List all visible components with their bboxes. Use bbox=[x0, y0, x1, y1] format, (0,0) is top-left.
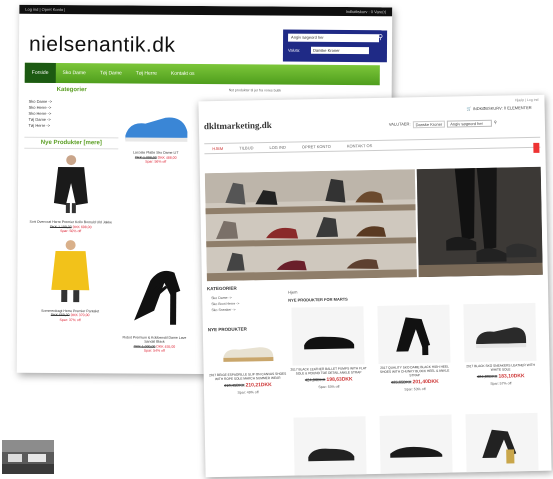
ballet-flat-image bbox=[304, 336, 355, 350]
nav-item-log-ind[interactable]: LOG IND bbox=[261, 143, 294, 153]
pointed-flat-image bbox=[390, 446, 443, 458]
main-content: Hjem NYE PRODUKTER FOR MARTS 2017 BLACK … bbox=[288, 285, 543, 476]
hero-banner[interactable] bbox=[204, 166, 543, 282]
category-link[interactable]: Sko Sneaker -> bbox=[211, 306, 285, 313]
nav-item-forside[interactable]: Forside bbox=[24, 62, 56, 83]
site-logo[interactable]: dkltmarketing.dk bbox=[204, 120, 272, 131]
product-card[interactable] bbox=[462, 412, 541, 473]
sidebar: Kategorier Sko Dame -> Sko Herre -> Sko … bbox=[23, 87, 119, 368]
main-nav: Forside Sko Dame Tøj Dame Tøj Herre Kont… bbox=[24, 62, 380, 86]
product-card[interactable]: Sort Overcoat Herre Premier Kollo Bomuld… bbox=[24, 153, 119, 234]
new-products-heading: Nye Produkter [mere] bbox=[24, 136, 119, 150]
site-logo[interactable]: nielsenantik.dk bbox=[29, 33, 176, 58]
product-old-price: 425,65DKK bbox=[390, 379, 412, 385]
search-panel: Angiv søgeord her ⚲ Valuta: Danske Krone… bbox=[282, 29, 388, 63]
nav-item-toj-dame[interactable]: Tøj Dame bbox=[93, 63, 129, 83]
search-icon[interactable]: ⚲ bbox=[494, 120, 497, 127]
nav-item-toj-herre[interactable]: Tøj Herre bbox=[129, 63, 164, 83]
product-card[interactable]: 2017 BLACK SKO SNEAKERS LEATHER WITH WHI… bbox=[460, 302, 540, 386]
product-price: 198,63DKK bbox=[326, 376, 353, 383]
valuta-label: VALUTAER: bbox=[388, 121, 411, 127]
product-price: DKK 455,00 bbox=[156, 344, 176, 349]
product-name: 2017 BEIGE ESPADRILLE SLIP ON CANVAS SHO… bbox=[209, 371, 287, 382]
product-price: 201,40DKK bbox=[412, 378, 439, 386]
new-products-heading: NYE PRODUKTER bbox=[207, 326, 247, 333]
product-savings: Spar: 56% off bbox=[145, 159, 167, 164]
cart-status[interactable]: Indkøbskurv : 0 Vare(r) bbox=[346, 7, 387, 16]
product-savings: Spar: 54% off bbox=[143, 348, 165, 353]
search-input[interactable]: Angiv søgeord her bbox=[447, 119, 492, 128]
product-card[interactable]: 2017 QUALITY SKO DAME BLACK HIGH HEEL SH… bbox=[374, 304, 454, 392]
top-bar: Log ind | Opret Konto | Indkøbskurv : 0 … bbox=[19, 4, 393, 17]
product-name: 2017 BLACK LEATHER BALLET PUMPS WITH FLA… bbox=[290, 366, 367, 376]
main-nav: HJEM TILBUD LOG IND OPRET KONTO KONTAKT … bbox=[204, 136, 541, 155]
product-card[interactable] bbox=[376, 414, 455, 474]
sneaker-image bbox=[476, 327, 527, 349]
cart-icon: 🛒 bbox=[466, 106, 472, 112]
search-input[interactable]: Angiv søgeord her bbox=[288, 33, 380, 43]
product-card[interactable] bbox=[291, 416, 370, 476]
sidebar: KATEGORIER Sko Dame -> Sko Boot Herre ->… bbox=[207, 285, 287, 395]
product-card[interactable]: 2017 BLACK LEATHER BALLET PUMPS WITH FLA… bbox=[288, 306, 368, 389]
product-price: DKK 370,00 bbox=[70, 313, 90, 318]
photo-thumbnail bbox=[2, 440, 54, 474]
coat-image bbox=[53, 155, 88, 214]
product-name: 2017 QUALITY SKO DAME BLACK HIGH HEEL SH… bbox=[379, 364, 450, 378]
nav-item-sko-dame[interactable]: Sko Dame bbox=[55, 63, 92, 83]
product-old-price: 410,45DKK bbox=[223, 382, 245, 388]
product-card[interactable]: 2017 BEIGE ESPADRILLE SLIP ON CANVAS SHO… bbox=[208, 339, 287, 395]
black-sandal-image bbox=[133, 270, 180, 325]
product-price: 210,21DKK bbox=[245, 382, 272, 389]
product-savings: Spar: 53% off bbox=[404, 387, 426, 392]
more-link[interactable]: [mere] bbox=[83, 140, 101, 146]
product-savings: Spar: 37% off bbox=[59, 317, 81, 322]
categories-heading: KATEGORIER bbox=[206, 285, 237, 292]
login-links[interactable]: Log ind | Opret Konto | bbox=[25, 5, 65, 14]
product-old-price: 424,86DKK bbox=[304, 376, 326, 383]
flag-icon[interactable] bbox=[533, 142, 540, 153]
banner-note: Nyt produkter til jer fra vores butik bbox=[228, 88, 282, 93]
block-heel-image bbox=[396, 317, 431, 356]
product-old-price: DKK 1.098,00 bbox=[134, 155, 157, 160]
product-old-price: DKK 1.199,00 bbox=[49, 224, 72, 229]
category-link[interactable]: Tøj Herre -> bbox=[28, 123, 118, 130]
product-price: DKK 698,00 bbox=[72, 224, 92, 229]
product-savings: Spar: 57% off bbox=[490, 381, 512, 386]
valuta-row: VALUTAER: Danske Kroner Angiv søgeord he… bbox=[389, 120, 497, 129]
product-name: 2017 BLACK SKO SNEAKERS LEATHER WITH WHI… bbox=[466, 362, 535, 372]
help-login-links[interactable]: Hjælp | Log ind bbox=[515, 98, 539, 102]
product-savings: Spar: 50% off bbox=[60, 228, 82, 234]
nav-item-kontakt[interactable]: Kontakt os bbox=[164, 64, 202, 84]
valuta-select[interactable]: Danske Kroner bbox=[310, 46, 370, 55]
product-old-price: DKK 1.000,00 bbox=[133, 344, 156, 349]
valuta-select[interactable]: Danske Kroner bbox=[412, 120, 446, 129]
nav-item-opret-konto[interactable]: OPRET KONTO bbox=[294, 142, 339, 152]
product-card[interactable]: Robot Premium & Kobbenstil Dame Lave San… bbox=[117, 260, 193, 354]
yellow-jacket-image bbox=[51, 239, 90, 302]
search-icon[interactable]: ⚲ bbox=[378, 33, 383, 41]
product-old-price: 424,80DKK bbox=[476, 373, 498, 380]
nav-item-hjem[interactable]: HJEM bbox=[204, 144, 231, 154]
product-old-price: DKK 659,00 bbox=[50, 312, 70, 318]
product-price: 183,10DKK bbox=[498, 373, 525, 380]
product-price: DKK 488,00 bbox=[157, 155, 177, 160]
product-savings: Spar: 53% off bbox=[318, 384, 340, 390]
blue-shoe-image bbox=[124, 117, 187, 142]
flat-shoe-image bbox=[308, 448, 355, 462]
valuta-label: Valuta: bbox=[287, 47, 301, 53]
categories-heading: Kategorier bbox=[56, 86, 87, 94]
cart-link[interactable]: 🛒 INDKØBSKURV: 0 ELEMENTER bbox=[467, 105, 532, 111]
product-savings: Spar: 49% off bbox=[237, 390, 259, 395]
section-heading: NYE PRODUKTER FOR MARTS bbox=[288, 296, 348, 303]
product-column: Lacoste Platte Sko Dame LIT DKK 1.098,00… bbox=[117, 105, 194, 353]
product-card[interactable]: Sommerdragt Herre Premier Pantalet DKK 6… bbox=[23, 237, 118, 322]
metallic-heel-image bbox=[482, 429, 517, 464]
espadrille-image bbox=[223, 347, 274, 362]
screenshot-dkltmarketing: Hjælp | Log ind dkltmarketing.dk 🛒 INDKØ… bbox=[198, 94, 552, 478]
product-card[interactable]: Lacoste Platte Sko Dame LIT DKK 1.098,00… bbox=[118, 105, 193, 164]
nav-item-tilbud[interactable]: TILBUD bbox=[231, 143, 261, 153]
nav-item-kontakt[interactable]: KONTAKT OS bbox=[339, 141, 381, 151]
